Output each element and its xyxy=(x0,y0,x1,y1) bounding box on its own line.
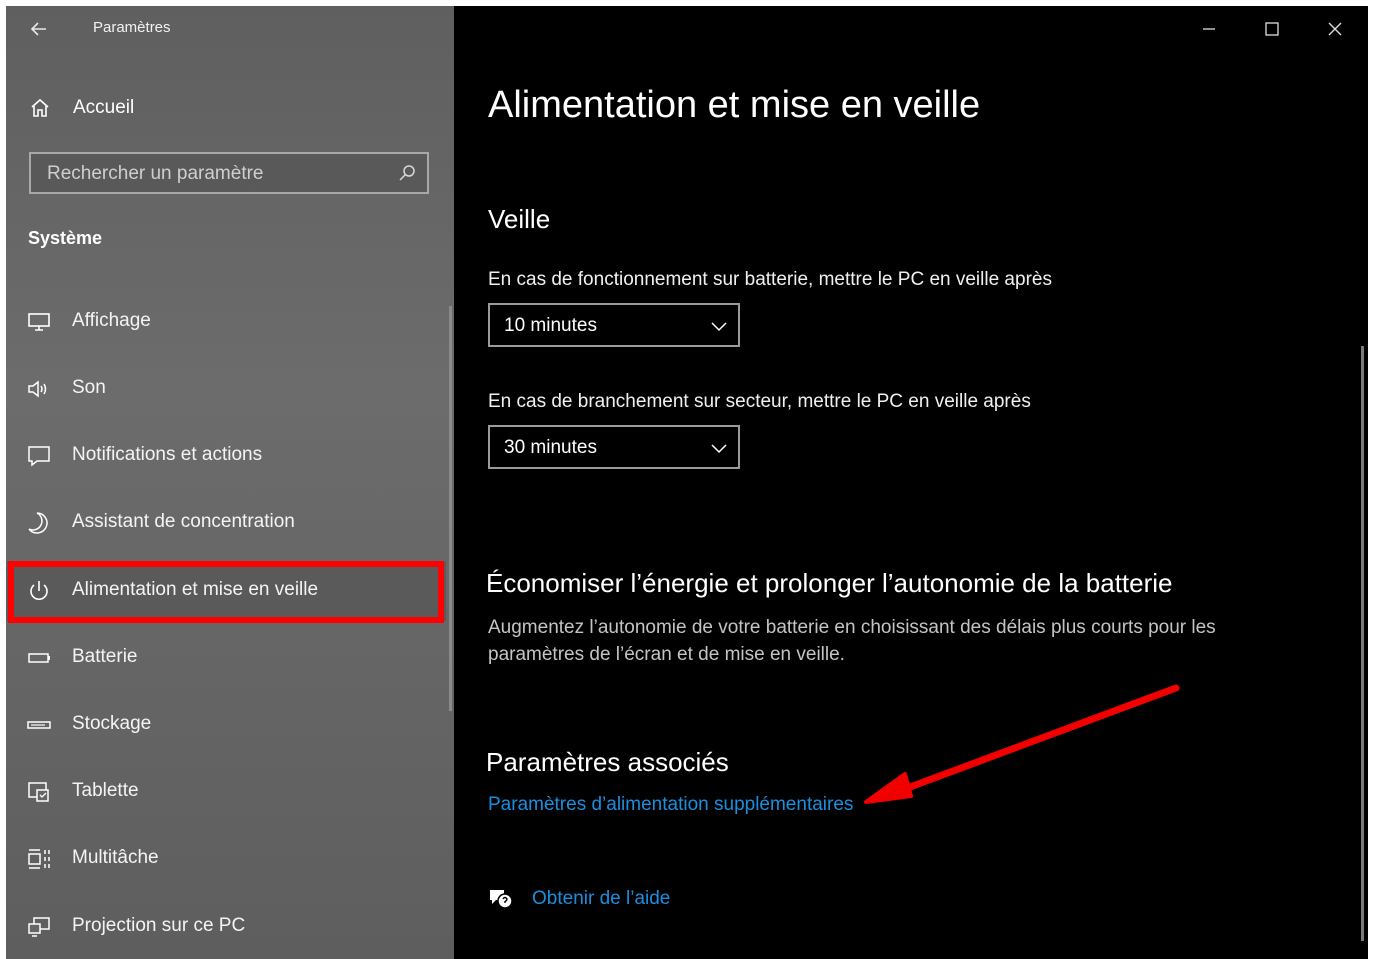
help-chat-icon[interactable] xyxy=(488,886,514,912)
content-scrollbar[interactable] xyxy=(1361,346,1364,941)
dropdown-value: 30 minutes xyxy=(504,437,597,458)
home-icon xyxy=(31,98,49,117)
projection-icon xyxy=(28,917,50,937)
sidebar-item-label: Stockage xyxy=(72,713,152,734)
speaker-icon xyxy=(28,380,47,398)
section-heading-save-energy: Économiser l’énergie et prolonger l’auto… xyxy=(486,568,1173,598)
sidebar-item-label: Alimentation et mise en veille xyxy=(72,579,319,600)
sidebar-item-multitache[interactable]: Multitâche xyxy=(6,829,446,889)
sidebar-item-concentration[interactable]: Assistant de concentration xyxy=(6,493,446,553)
sidebar-item-label: Son xyxy=(72,377,106,398)
notification-icon xyxy=(28,446,50,467)
maximize-button[interactable] xyxy=(1252,14,1292,44)
plugged-sleep-label: En cas de branchement sur secteur, mettr… xyxy=(488,391,1031,412)
sidebar-item-label: Assistant de concentration xyxy=(72,511,295,532)
minimize-icon xyxy=(1203,28,1215,30)
sidebar-item-alimentation[interactable]: Alimentation et mise en veille xyxy=(6,561,446,621)
storage-icon xyxy=(27,721,51,729)
search-box[interactable] xyxy=(29,152,429,194)
get-help-link[interactable]: Obtenir de l’aide xyxy=(532,888,670,910)
sidebar-item-projection[interactable]: Projection sur ce PC xyxy=(6,897,446,957)
sidebar-item-label: Multitâche xyxy=(72,847,159,868)
search-input[interactable] xyxy=(45,161,379,187)
section-heading-related: Paramètres associés xyxy=(486,747,729,777)
chevron-down-icon xyxy=(711,322,727,332)
search-icon[interactable] xyxy=(397,163,417,183)
section-heading-veille: Veille xyxy=(488,204,551,234)
sidebar-item-home[interactable]: Accueil xyxy=(6,86,454,130)
annotation-arrow xyxy=(864,684,1180,804)
page-title: Alimentation et mise en veille xyxy=(488,84,981,126)
sidebar: Paramètres Accueil Système Affichage xyxy=(6,6,454,959)
moon-icon xyxy=(28,512,48,534)
sidebar-item-affichage[interactable]: Affichage xyxy=(6,292,446,352)
settings-window: Paramètres Accueil Système Affichage xyxy=(6,6,1368,959)
sidebar-item-label: Notifications et actions xyxy=(72,444,263,465)
additional-power-settings-link[interactable]: Paramètres d’alimentation supplémentaire… xyxy=(488,794,853,816)
sidebar-item-notifications[interactable]: Notifications et actions xyxy=(6,426,446,486)
section-title: Système xyxy=(28,228,103,248)
maximize-icon xyxy=(1265,22,1279,36)
sidebar-item-label: Tablette xyxy=(72,780,139,801)
app-title: Paramètres xyxy=(93,19,171,36)
battery-sleep-label: En cas de fonctionnement sur batterie, m… xyxy=(488,269,1052,290)
plugged-sleep-dropdown[interactable]: 30 minutes xyxy=(488,425,740,469)
sidebar-scrollbar[interactable] xyxy=(449,306,452,711)
sidebar-item-label: Projection sur ce PC xyxy=(72,915,246,936)
back-arrow-icon xyxy=(30,22,46,36)
dropdown-value: 10 minutes xyxy=(504,315,597,336)
save-energy-description: Augmentez l’autonomie de votre batterie … xyxy=(488,617,1216,665)
sidebar-item-stockage[interactable]: Stockage xyxy=(6,695,446,755)
tablet-icon xyxy=(28,782,49,802)
battery-icon xyxy=(28,653,50,663)
monitor-icon xyxy=(28,313,50,331)
battery-sleep-dropdown[interactable]: 10 minutes xyxy=(488,303,740,347)
sidebar-item-label: Accueil xyxy=(73,97,135,118)
close-icon xyxy=(1328,22,1342,36)
sidebar-item-label: Affichage xyxy=(72,310,151,331)
back-button[interactable] xyxy=(24,14,54,44)
close-button[interactable] xyxy=(1315,14,1355,44)
main-content: Alimentation et mise en veille Veille En… xyxy=(454,6,1368,959)
power-icon xyxy=(30,581,48,600)
sidebar-item-batterie[interactable]: Batterie xyxy=(6,628,446,688)
sidebar-item-tablette[interactable]: Tablette xyxy=(6,762,446,822)
sidebar-item-son[interactable]: Son xyxy=(6,359,446,419)
chevron-down-icon xyxy=(711,444,727,454)
multitask-icon xyxy=(28,849,50,869)
minimize-button[interactable] xyxy=(1189,14,1229,44)
sidebar-item-label: Batterie xyxy=(72,646,138,667)
title-bar: Paramètres xyxy=(6,6,454,52)
